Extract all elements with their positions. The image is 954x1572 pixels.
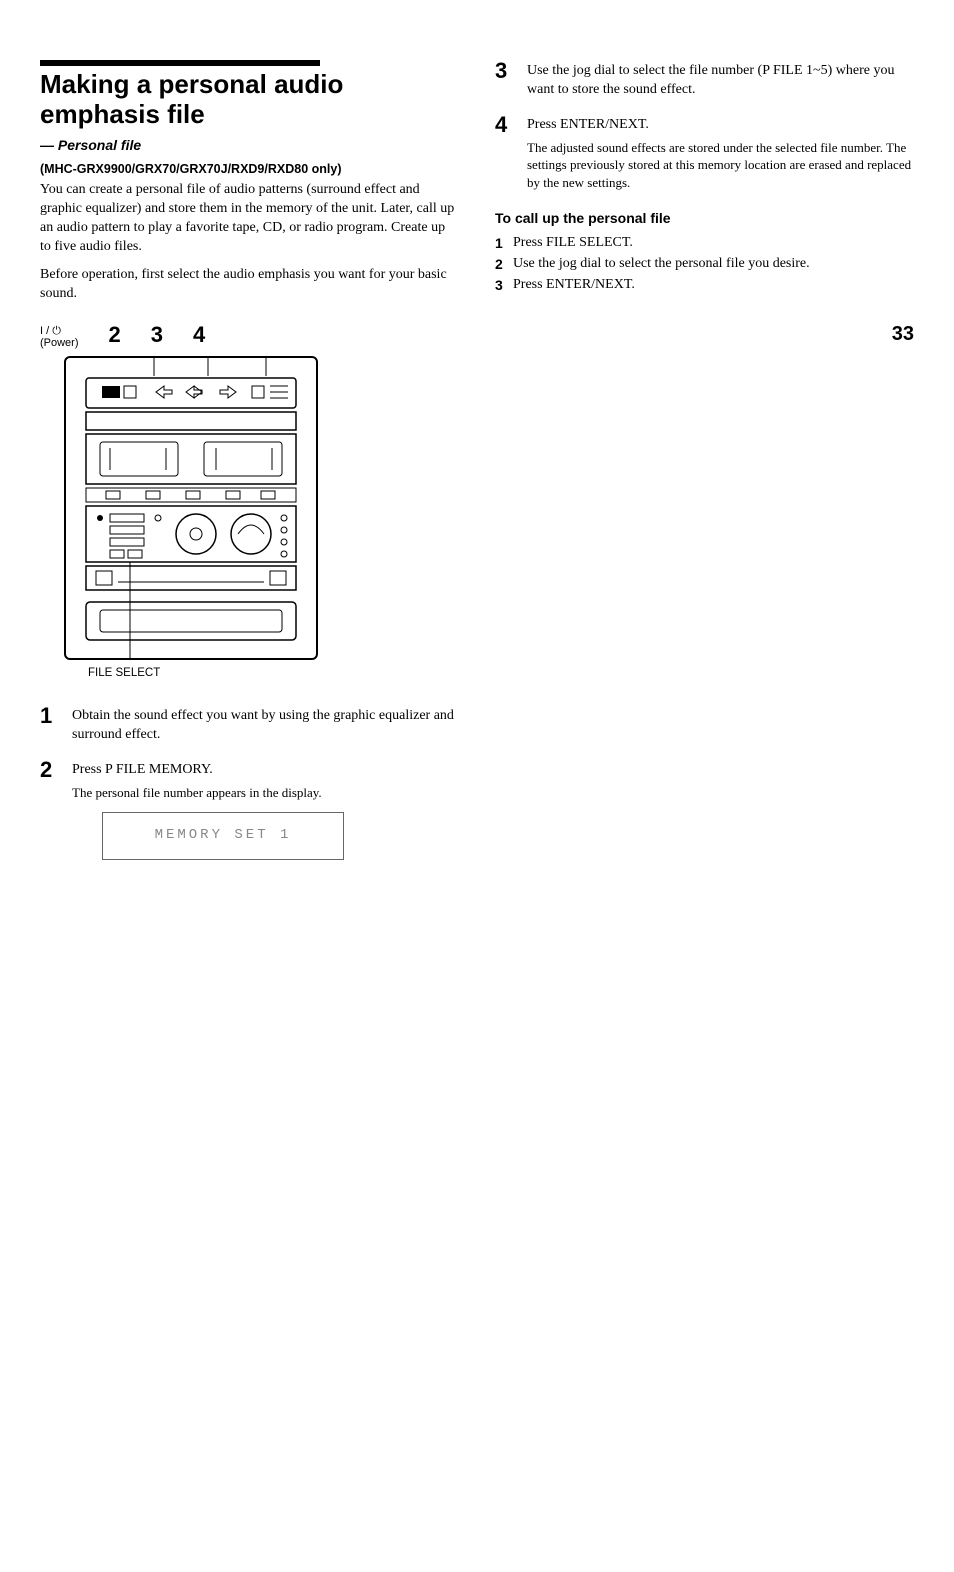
step-subtext: The adjusted sound effects are stored un… [527,139,914,192]
diagram-top-labels: I / ⏻ (Power) 2 3 4 [40,320,459,350]
list-item: 2 Use the jog dial to select the persona… [495,255,914,274]
list-num: 3 [495,276,507,295]
lcd-display: MEMORY SET 1 [102,812,344,860]
step-4: 4 Press ENTER/NEXT. The adjusted sound e… [495,114,914,192]
callup-heading: To call up the personal file [495,209,914,228]
stereo-svg [66,358,316,658]
step-subtext: The personal file number appears in the … [72,784,459,802]
list-text: Press ENTER/NEXT. [513,276,635,295]
page-number: 33 [495,321,914,348]
list-num: 1 [495,234,507,253]
callup-list: 1 Press FILE SELECT. 2 Use the jog dial … [495,234,914,295]
step-text: Obtain the sound effect you want by usin… [72,708,454,742]
stereo-diagram [64,356,318,660]
file-select-label: FILE SELECT [88,666,459,682]
step-number: 2 [40,759,60,859]
step-2: 2 Press P FILE MEMORY. The personal file… [40,759,459,859]
intro-2: Before operation, first select the audio… [40,266,459,304]
step-1: 1 Obtain the sound effect you want by us… [40,705,459,745]
step-3: 3 Use the jog dial to select the file nu… [495,60,914,100]
model-note: (MHC-GRX9900/GRX70/GRX70J/RXD9/RXD80 onl… [40,161,459,177]
step-number: 1 [40,705,60,745]
callout-3: 3 [151,320,163,350]
step-number: 3 [495,60,515,100]
list-text: Use the jog dial to select the personal … [513,255,810,274]
list-text: Press FILE SELECT. [513,234,633,253]
list-num: 2 [495,255,507,274]
power-label: I / ⏻ (Power) [40,325,79,350]
intro-1: You can create a personal file of audio … [40,181,459,257]
list-item: 3 Press ENTER/NEXT. [495,276,914,295]
callout-2: 2 [109,320,121,350]
step-text: Use the jog dial to select the file numb… [527,63,894,97]
step-text: Press P FILE MEMORY. [72,762,213,777]
subtitle: — Personal file [40,136,459,155]
callout-4: 4 [193,320,205,350]
step-text: Press ENTER/NEXT. [527,117,649,132]
step-number: 4 [495,114,515,192]
page-title: Making a personal audio emphasis file [40,70,459,130]
title-rule [40,60,320,66]
list-item: 1 Press FILE SELECT. [495,234,914,253]
